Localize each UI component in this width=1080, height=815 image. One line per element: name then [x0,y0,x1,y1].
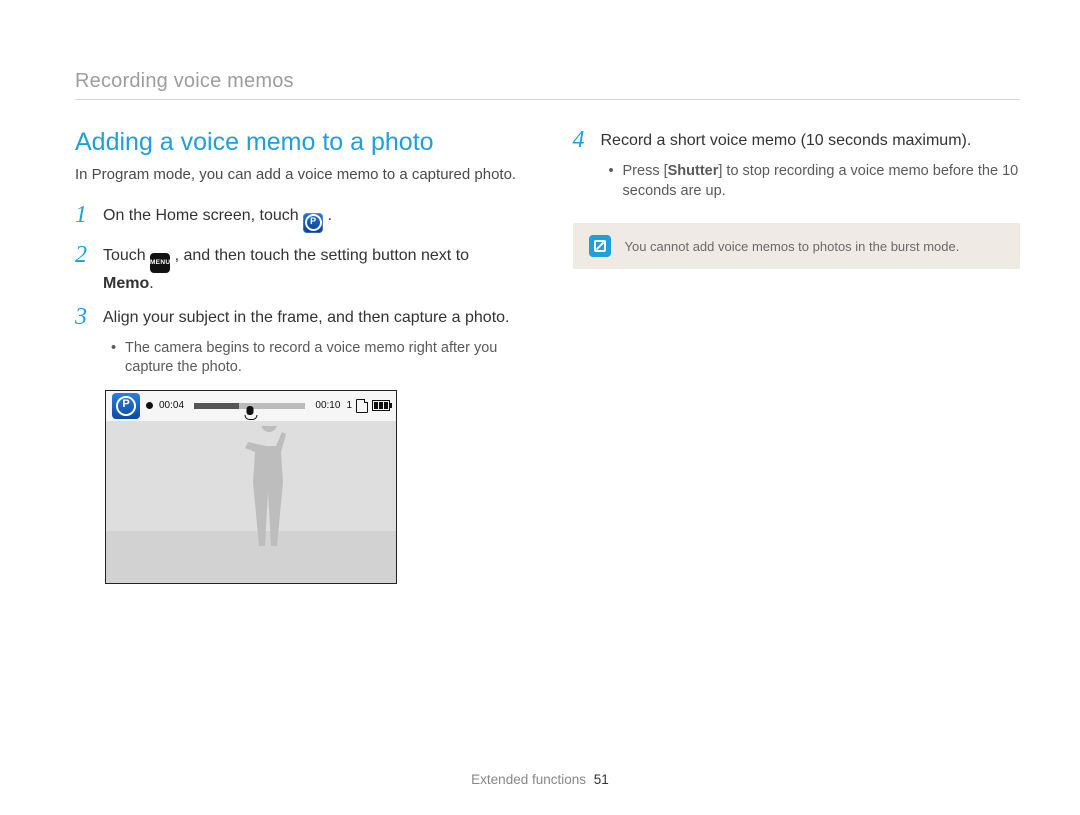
step-body: Record a short voice memo (10 seconds ma… [601,128,972,152]
menu-icon: MENU [150,253,170,273]
memo-label: Memo [103,275,149,292]
sub-text-pre: Press [ [623,163,668,179]
camera-preview: P 00:04 00:10 1 [105,390,397,584]
step-body: Align your subject in the frame, and the… [103,305,509,329]
step-body: On the Home screen, touch P . [103,203,332,233]
step-3: 3 Align your subject in the frame, and t… [75,305,523,329]
progress-fill [194,403,239,409]
step-number: 3 [75,305,93,329]
camera-status-right: 1 [346,399,390,413]
step-text-post: . [149,275,153,292]
intro-text: In Program mode, you can add a voice mem… [75,165,523,185]
step-text: Touch [103,247,150,264]
microphone-icon [246,406,253,415]
note-icon [589,235,611,257]
manual-page: Recording voice memos Adding a voice mem… [0,0,1080,815]
p-mode-badge-icon: P [112,393,140,419]
total-time: 00:10 [315,400,340,411]
p-mode-icon: P [303,213,323,233]
step-text-mid: , and then touch the setting button next… [175,247,469,264]
elapsed-time: 00:04 [159,400,184,411]
sd-card-icon [356,399,368,413]
step-4-sub: Press [Shutter] to stop recording a voic… [609,162,1021,201]
step-number: 4 [573,128,591,152]
sub-bullet: Press [Shutter] to stop recording a voic… [609,162,1021,201]
right-column: 4 Record a short voice memo (10 seconds … [573,128,1021,584]
note-text: You cannot add voice memos to photos in … [625,239,960,254]
step-number: 2 [75,243,93,267]
shutter-label: Shutter [668,163,719,179]
sub-bullet: The camera begins to record a voice memo… [111,339,523,378]
footer-section: Extended functions [471,772,586,787]
left-column: Adding a voice memo to a photo In Progra… [75,128,523,584]
person-silhouette-icon [236,426,306,546]
step-text: On the Home screen, touch [103,207,303,224]
section-heading: Adding a voice memo to a photo [75,128,523,157]
note-box: You cannot add voice memos to photos in … [573,223,1021,269]
step-3-sub: The camera begins to record a voice memo… [111,339,523,378]
step-4: 4 Record a short voice memo (10 seconds … [573,128,1021,152]
shot-count: 1 [346,400,352,411]
step-body: Touch MENU , and then touch the setting … [103,243,523,295]
breadcrumb: Recording voice memos [75,70,1020,100]
record-dot-icon [146,402,153,409]
step-2: 2 Touch MENU , and then touch the settin… [75,243,523,295]
step-1: 1 On the Home screen, touch P . [75,203,523,233]
camera-top-bar: P 00:04 00:10 1 [106,391,396,421]
page-number: 51 [594,772,609,787]
record-progress [194,403,305,409]
page-footer: Extended functions 51 [0,772,1080,787]
step-text-post: . [328,207,332,224]
battery-icon [372,400,390,411]
step-number: 1 [75,203,93,227]
